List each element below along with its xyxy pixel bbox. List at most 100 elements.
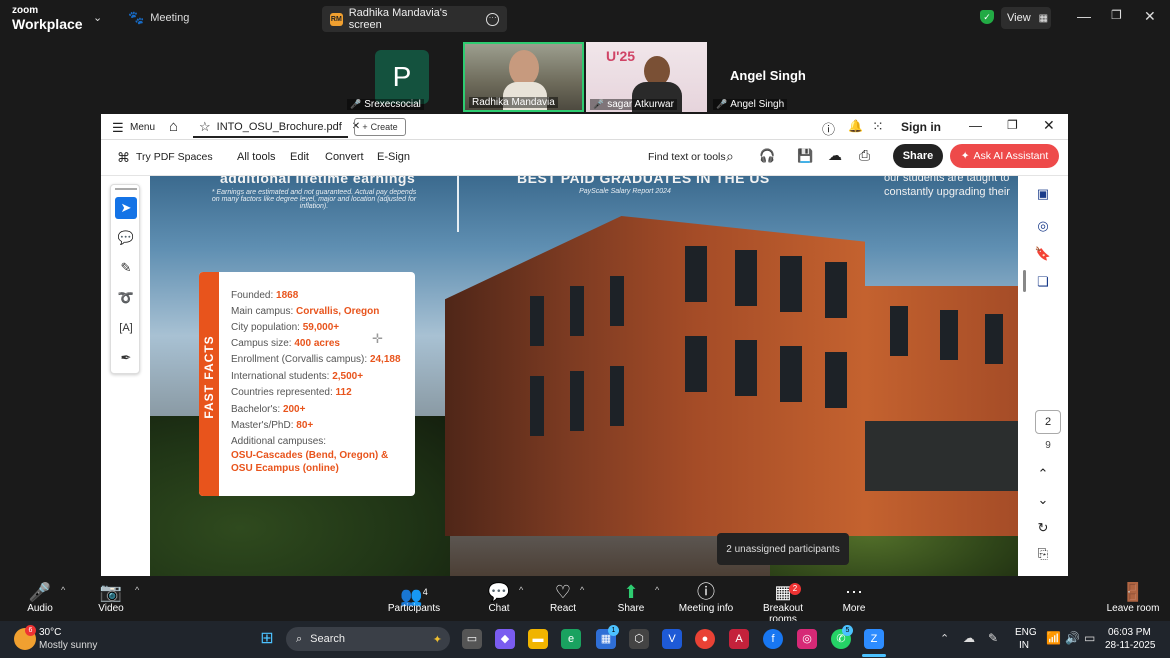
text-box-icon[interactable]: [A] [115, 317, 137, 339]
draw-lasso-icon[interactable]: ➰ [115, 287, 137, 309]
participants-button[interactable]: 👥4 Participants [386, 581, 442, 614]
taskbar-search[interactable]: ⌕ Search ✦ [286, 627, 450, 651]
chat-button[interactable]: 💬 Chat [484, 581, 514, 614]
breakout-rooms-button[interactable]: ▦ Breakout rooms [748, 581, 818, 625]
page-down-icon[interactable]: ⌄ [1033, 490, 1053, 510]
document-tab[interactable]: ☆ INTO_OSU_Brochure.pdf ✕ [193, 117, 360, 138]
participant-display-name: Angel Singh [730, 68, 806, 83]
menu-label[interactable]: Menu [130, 122, 155, 133]
export-icon[interactable]: ⎘ [1033, 544, 1053, 564]
participant-tile-sagar[interactable]: U'25 🎤 sagar Atkurwar [586, 42, 707, 112]
hamburger-icon[interactable]: ☰ [112, 120, 124, 136]
pen-icon[interactable]: ✎ [988, 631, 998, 645]
ai-summary-icon[interactable]: ▣ [1033, 184, 1053, 204]
language-code[interactable]: ENG [1015, 627, 1037, 638]
home-icon[interactable]: ⌂ [169, 118, 178, 135]
acrobat-share-button[interactable]: Share [893, 144, 943, 168]
battery-icon[interactable]: ▭ [1084, 631, 1095, 645]
apps-grid-icon[interactable]: ⁙ [872, 118, 884, 135]
participant-tile-radhika[interactable]: Radhika Mandavia [463, 42, 584, 112]
visual-studio-icon[interactable]: V [662, 629, 682, 649]
view-button[interactable]: View ▦ [1001, 7, 1051, 29]
find-text-or-tools[interactable]: Find text or tools [648, 151, 726, 163]
share-screen-button[interactable]: ⬆ Share [614, 581, 648, 614]
speaker-icon[interactable]: 🔊 [1065, 631, 1080, 645]
page-number-field[interactable]: 2 [1035, 410, 1061, 434]
audio-button[interactable]: 🎤 Audio [24, 581, 56, 614]
weather-desc[interactable]: Mostly sunny [39, 640, 97, 651]
chrome-icon[interactable]: ● [695, 629, 715, 649]
minimize-icon[interactable]: — [1077, 8, 1091, 24]
upload-cloud-icon[interactable]: ☁ [828, 147, 842, 164]
screen-share-tab[interactable]: RM Radhika Mandavia's screen ··· [322, 6, 507, 32]
bookmarks-icon[interactable]: 🔖 [1033, 244, 1053, 264]
copilot-icon[interactable]: ◆ [495, 629, 515, 649]
leave-room-button[interactable]: 🚪 Leave room [1106, 581, 1160, 614]
page-up-icon[interactable]: ⌃ [1033, 464, 1053, 484]
pages-icon[interactable]: ❏ [1033, 272, 1053, 292]
restore-icon[interactable]: ❐ [1111, 8, 1122, 22]
react-options-caret[interactable]: ^ [580, 585, 584, 595]
scrollbar-thumb[interactable] [1023, 270, 1026, 292]
weather-temp[interactable]: 30°C [39, 627, 61, 638]
wifi-icon[interactable]: 📶 [1046, 631, 1061, 645]
close-icon[interactable]: ✕ [1144, 8, 1156, 25]
menu-convert[interactable]: Convert [325, 151, 364, 163]
chat-options-caret[interactable]: ^ [519, 585, 523, 595]
menu-all-tools[interactable]: All tools [237, 151, 276, 163]
instagram-icon[interactable]: ◎ [797, 629, 817, 649]
clock-time[interactable]: 06:03 PM [1108, 627, 1151, 638]
edge-browser-icon[interactable]: e [561, 629, 581, 649]
meeting-info-button[interactable]: ⓘ Meeting info [678, 581, 734, 614]
more-button[interactable]: ⋯ More [840, 581, 868, 614]
highlight-pen-icon[interactable]: ✎ [115, 257, 137, 279]
notification-bell-icon[interactable]: 🔔 [848, 119, 863, 133]
participant-tile-srexecsocial[interactable]: P 🎤 Srexecsocial [343, 42, 461, 112]
zoom-app-icon[interactable]: Z [864, 629, 884, 649]
print-icon[interactable]: ⎙ [859, 147, 870, 164]
chevron-down-icon[interactable]: ⌄ [93, 11, 102, 24]
window [940, 310, 958, 360]
help-icon[interactable]: ⓘ [822, 119, 835, 138]
menu-e-sign[interactable]: E-Sign [377, 151, 410, 163]
participant-tile-angel[interactable]: Angel Singh 🎤 Angel Singh [709, 42, 829, 112]
participants-icon: 👥4 [400, 586, 428, 606]
menu-edit[interactable]: Edit [290, 151, 309, 163]
react-button[interactable]: ♡ React [548, 581, 578, 614]
comment-icon[interactable]: 💬 [115, 227, 137, 249]
video-options-caret[interactable]: ^ [135, 585, 139, 595]
more-options-icon[interactable]: ··· [486, 12, 499, 26]
file-explorer-icon[interactable]: ▬ [528, 629, 548, 649]
document-page[interactable]: additional lifetime earnings * Earnings … [150, 176, 1018, 576]
video-button[interactable]: 📷 Video [95, 581, 127, 614]
acrobat-close-icon[interactable]: ✕ [1043, 117, 1055, 134]
language-region[interactable]: IN [1019, 640, 1029, 651]
sign-in-link[interactable]: Sign in [901, 120, 941, 134]
acrobat-restore-icon[interactable]: ❐ [1007, 118, 1018, 132]
search-icon[interactable]: ⌕ [726, 148, 734, 165]
star-icon[interactable]: ☆ [199, 119, 211, 135]
security-shield-icon[interactable]: ✓ [980, 10, 994, 24]
ask-ai-assistant-button[interactable]: ✦ Ask AI Assistant [950, 144, 1059, 168]
try-pdf-spaces-button[interactable]: Try PDF Spaces [136, 151, 213, 163]
meeting-tab[interactable]: 🐾 Meeting [128, 10, 189, 26]
acrobat-minimize-icon[interactable]: — [969, 118, 982, 133]
comments-icon[interactable]: ◎ [1033, 216, 1053, 236]
tray-overflow-icon[interactable]: ⌃ [940, 632, 949, 645]
task-view-icon[interactable]: ▭ [462, 629, 482, 649]
sign-icon[interactable]: ✒ [115, 347, 137, 369]
save-icon[interactable]: 💾 [797, 148, 813, 164]
rotate-icon[interactable]: ↻ [1033, 518, 1053, 538]
fact-bachelors: Bachelor's: 200+ [231, 404, 306, 415]
windows-start-icon[interactable]: ⊞ [257, 629, 277, 649]
select-cursor-icon[interactable]: ➤ [115, 197, 137, 219]
facebook-icon[interactable]: f [763, 629, 783, 649]
cloud-icon[interactable]: ☁ [963, 631, 975, 645]
acrobat-icon[interactable]: A [729, 629, 749, 649]
audio-options-caret[interactable]: ^ [61, 585, 65, 595]
share-options-caret[interactable]: ^ [655, 585, 659, 595]
create-button[interactable]: + Create [354, 118, 406, 136]
app-cube-icon[interactable]: ⬡ [629, 629, 649, 649]
read-aloud-icon[interactable]: 🎧 [759, 148, 775, 164]
clock-date[interactable]: 28-11-2025 [1105, 640, 1155, 651]
